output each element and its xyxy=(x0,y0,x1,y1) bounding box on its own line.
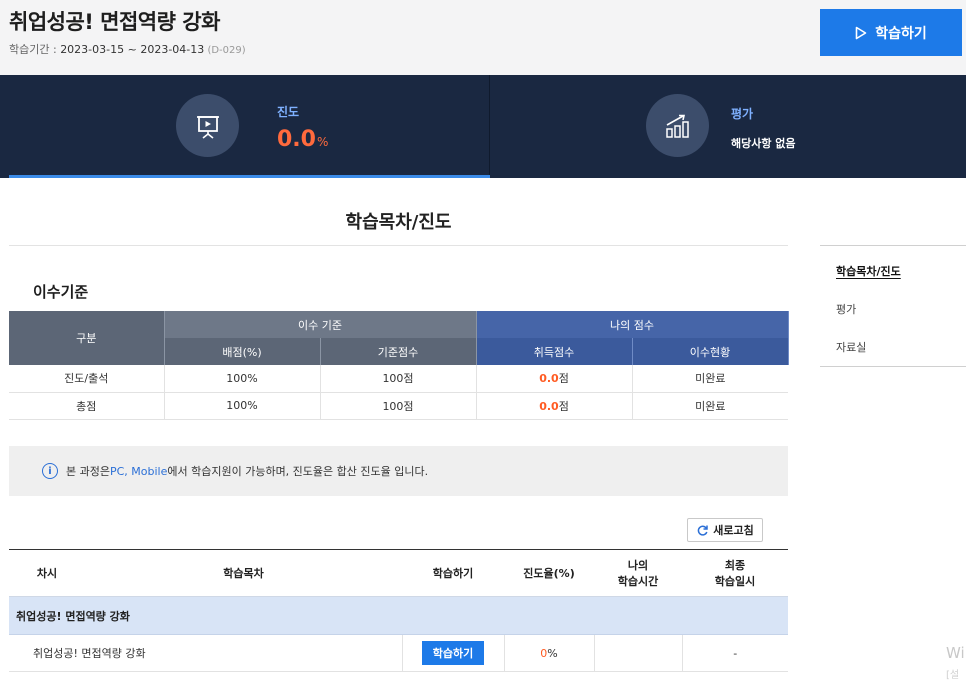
dashboard-band: 진도 0.0% 평가 해당사항 없음 xyxy=(0,75,966,178)
refresh-icon xyxy=(697,525,708,536)
notice-devices: PC, Mobile xyxy=(109,464,168,478)
lesson-group-title: 취업성공! 면접역량 강화 xyxy=(9,596,788,635)
col-last-2: 학습일시 xyxy=(714,575,756,588)
col-category: 구분 xyxy=(9,311,165,365)
period-label: 학습기간 : xyxy=(9,43,61,56)
earned-score-value: 0.0 xyxy=(539,372,559,386)
start-study-button[interactable]: 학습하기 xyxy=(820,9,962,56)
criteria-row: 진도/출석 100% 100점 0.0점 미완료 xyxy=(9,365,789,393)
notice-box: i 본 과정은 PC, Mobile 에서 학습지원이 가능하며, 진도율은 합… xyxy=(9,446,788,496)
earned-score-unit: 점 xyxy=(558,399,569,413)
notice-post: 에서 학습지원이 가능하며, 진도율은 합산 진도율 입니다. xyxy=(167,465,429,478)
completion-criteria-table: 구분 이수 기준 나의 점수 배점(%) 기준점수 취득점수 이수현황 진도/출… xyxy=(9,311,789,420)
course-header: 취업성공! 면접역량 강화 학습기간 : 2023-03-15 ~ 2023-0… xyxy=(0,0,966,75)
col-toc: 학습목차 xyxy=(85,549,402,597)
criteria-status: 미완료 xyxy=(632,365,789,393)
activation-watermark-sub: [설 xyxy=(946,670,960,681)
col-my-time-1: 나의 xyxy=(627,559,649,572)
course-title: 취업성공! 면접역량 강화 xyxy=(9,10,220,34)
progress-label: 진도 xyxy=(277,105,300,119)
criteria-earned: 0.0점 xyxy=(476,365,633,393)
refresh-button[interactable]: 새로고침 xyxy=(687,518,763,542)
col-completion-status: 이수현황 xyxy=(632,338,789,365)
criteria-category: 진도/출석 xyxy=(9,365,165,393)
lesson-progress-table: 차시 학습목차 학습하기 진도율(%) 나의학습시간 최종학습일시 취업성공! … xyxy=(9,549,788,672)
criteria-title: 이수기준 xyxy=(33,283,89,301)
info-icon: i xyxy=(42,463,58,479)
lesson-last-study: - xyxy=(682,634,788,672)
lesson-rate-unit: % xyxy=(547,646,558,660)
criteria-weight: 100% xyxy=(164,365,321,393)
criteria-earned: 0.0점 xyxy=(476,392,633,420)
lesson-my-time xyxy=(594,634,683,672)
side-nav-toc[interactable]: 학습목차/진도 xyxy=(836,263,901,279)
start-study-label: 학습하기 xyxy=(875,25,927,42)
col-study: 학습하기 xyxy=(402,549,504,597)
period-range: 2023-03-15 ~ 2023-04-13 xyxy=(60,43,205,56)
col-my-time: 나의학습시간 xyxy=(594,549,682,597)
criteria-status: 미완료 xyxy=(632,392,789,420)
lesson-name: 취업성공! 면접역량 강화 xyxy=(9,634,403,672)
progress-value: 0.0% xyxy=(277,127,328,152)
col-earned-score: 취득점수 xyxy=(476,338,633,365)
study-period: 학습기간 : 2023-03-15 ~ 2023-04-13 (D-029) xyxy=(9,41,246,57)
presentation-icon xyxy=(176,94,239,157)
period-dday: (D-029) xyxy=(204,45,246,56)
play-icon xyxy=(855,26,867,39)
lesson-study-button[interactable]: 학습하기 xyxy=(421,641,485,665)
col-last-1: 최종 xyxy=(724,559,746,572)
growth-chart-icon xyxy=(646,94,709,157)
evaluation-panel[interactable]: 평가 해당사항 없음 xyxy=(491,75,966,178)
lesson-study-cell: 학습하기 xyxy=(402,634,505,672)
progress-unit: % xyxy=(316,135,329,149)
lesson-group-row: 취업성공! 면접역량 강화 xyxy=(9,596,788,635)
progress-panel[interactable]: 진도 0.0% xyxy=(9,75,490,178)
side-nav-evaluation[interactable]: 평가 xyxy=(836,301,856,317)
col-criteria-group: 이수 기준 xyxy=(164,311,477,338)
criteria-base: 100점 xyxy=(320,392,477,420)
criteria-row: 총점 100% 100점 0.0점 미완료 xyxy=(9,392,789,420)
col-seq: 차시 xyxy=(9,549,85,597)
active-panel-indicator xyxy=(9,175,490,178)
section-title: 학습목차/진도 xyxy=(345,212,452,233)
col-my-time-2: 학습시간 xyxy=(617,575,659,588)
col-rate: 진도율(%) xyxy=(504,549,594,597)
criteria-base: 100점 xyxy=(320,365,477,393)
refresh-label: 새로고침 xyxy=(713,524,754,537)
evaluation-label: 평가 xyxy=(731,107,754,121)
col-last-study: 최종학습일시 xyxy=(682,549,788,597)
col-my-score-group: 나의 점수 xyxy=(476,311,789,338)
col-base-score: 기준점수 xyxy=(320,338,477,365)
section-divider xyxy=(9,245,788,246)
lesson-rate: 0% xyxy=(504,634,595,672)
criteria-category: 총점 xyxy=(9,392,165,420)
side-navigation: 학습목차/진도 평가 자료실 xyxy=(820,245,966,367)
criteria-weight: 100% xyxy=(164,392,321,420)
evaluation-status: 해당사항 없음 xyxy=(731,137,796,150)
progress-number: 0.0 xyxy=(277,127,316,152)
activation-watermark: Wi xyxy=(946,644,965,662)
earned-score-unit: 점 xyxy=(558,372,569,386)
notice-pre: 본 과정은 xyxy=(66,465,110,478)
col-weight: 배점(%) xyxy=(164,338,321,365)
side-nav-resources[interactable]: 자료실 xyxy=(836,339,866,355)
lesson-row: 취업성공! 면접역량 강화 학습하기 0% - xyxy=(9,634,788,672)
earned-score-value: 0.0 xyxy=(539,399,559,413)
